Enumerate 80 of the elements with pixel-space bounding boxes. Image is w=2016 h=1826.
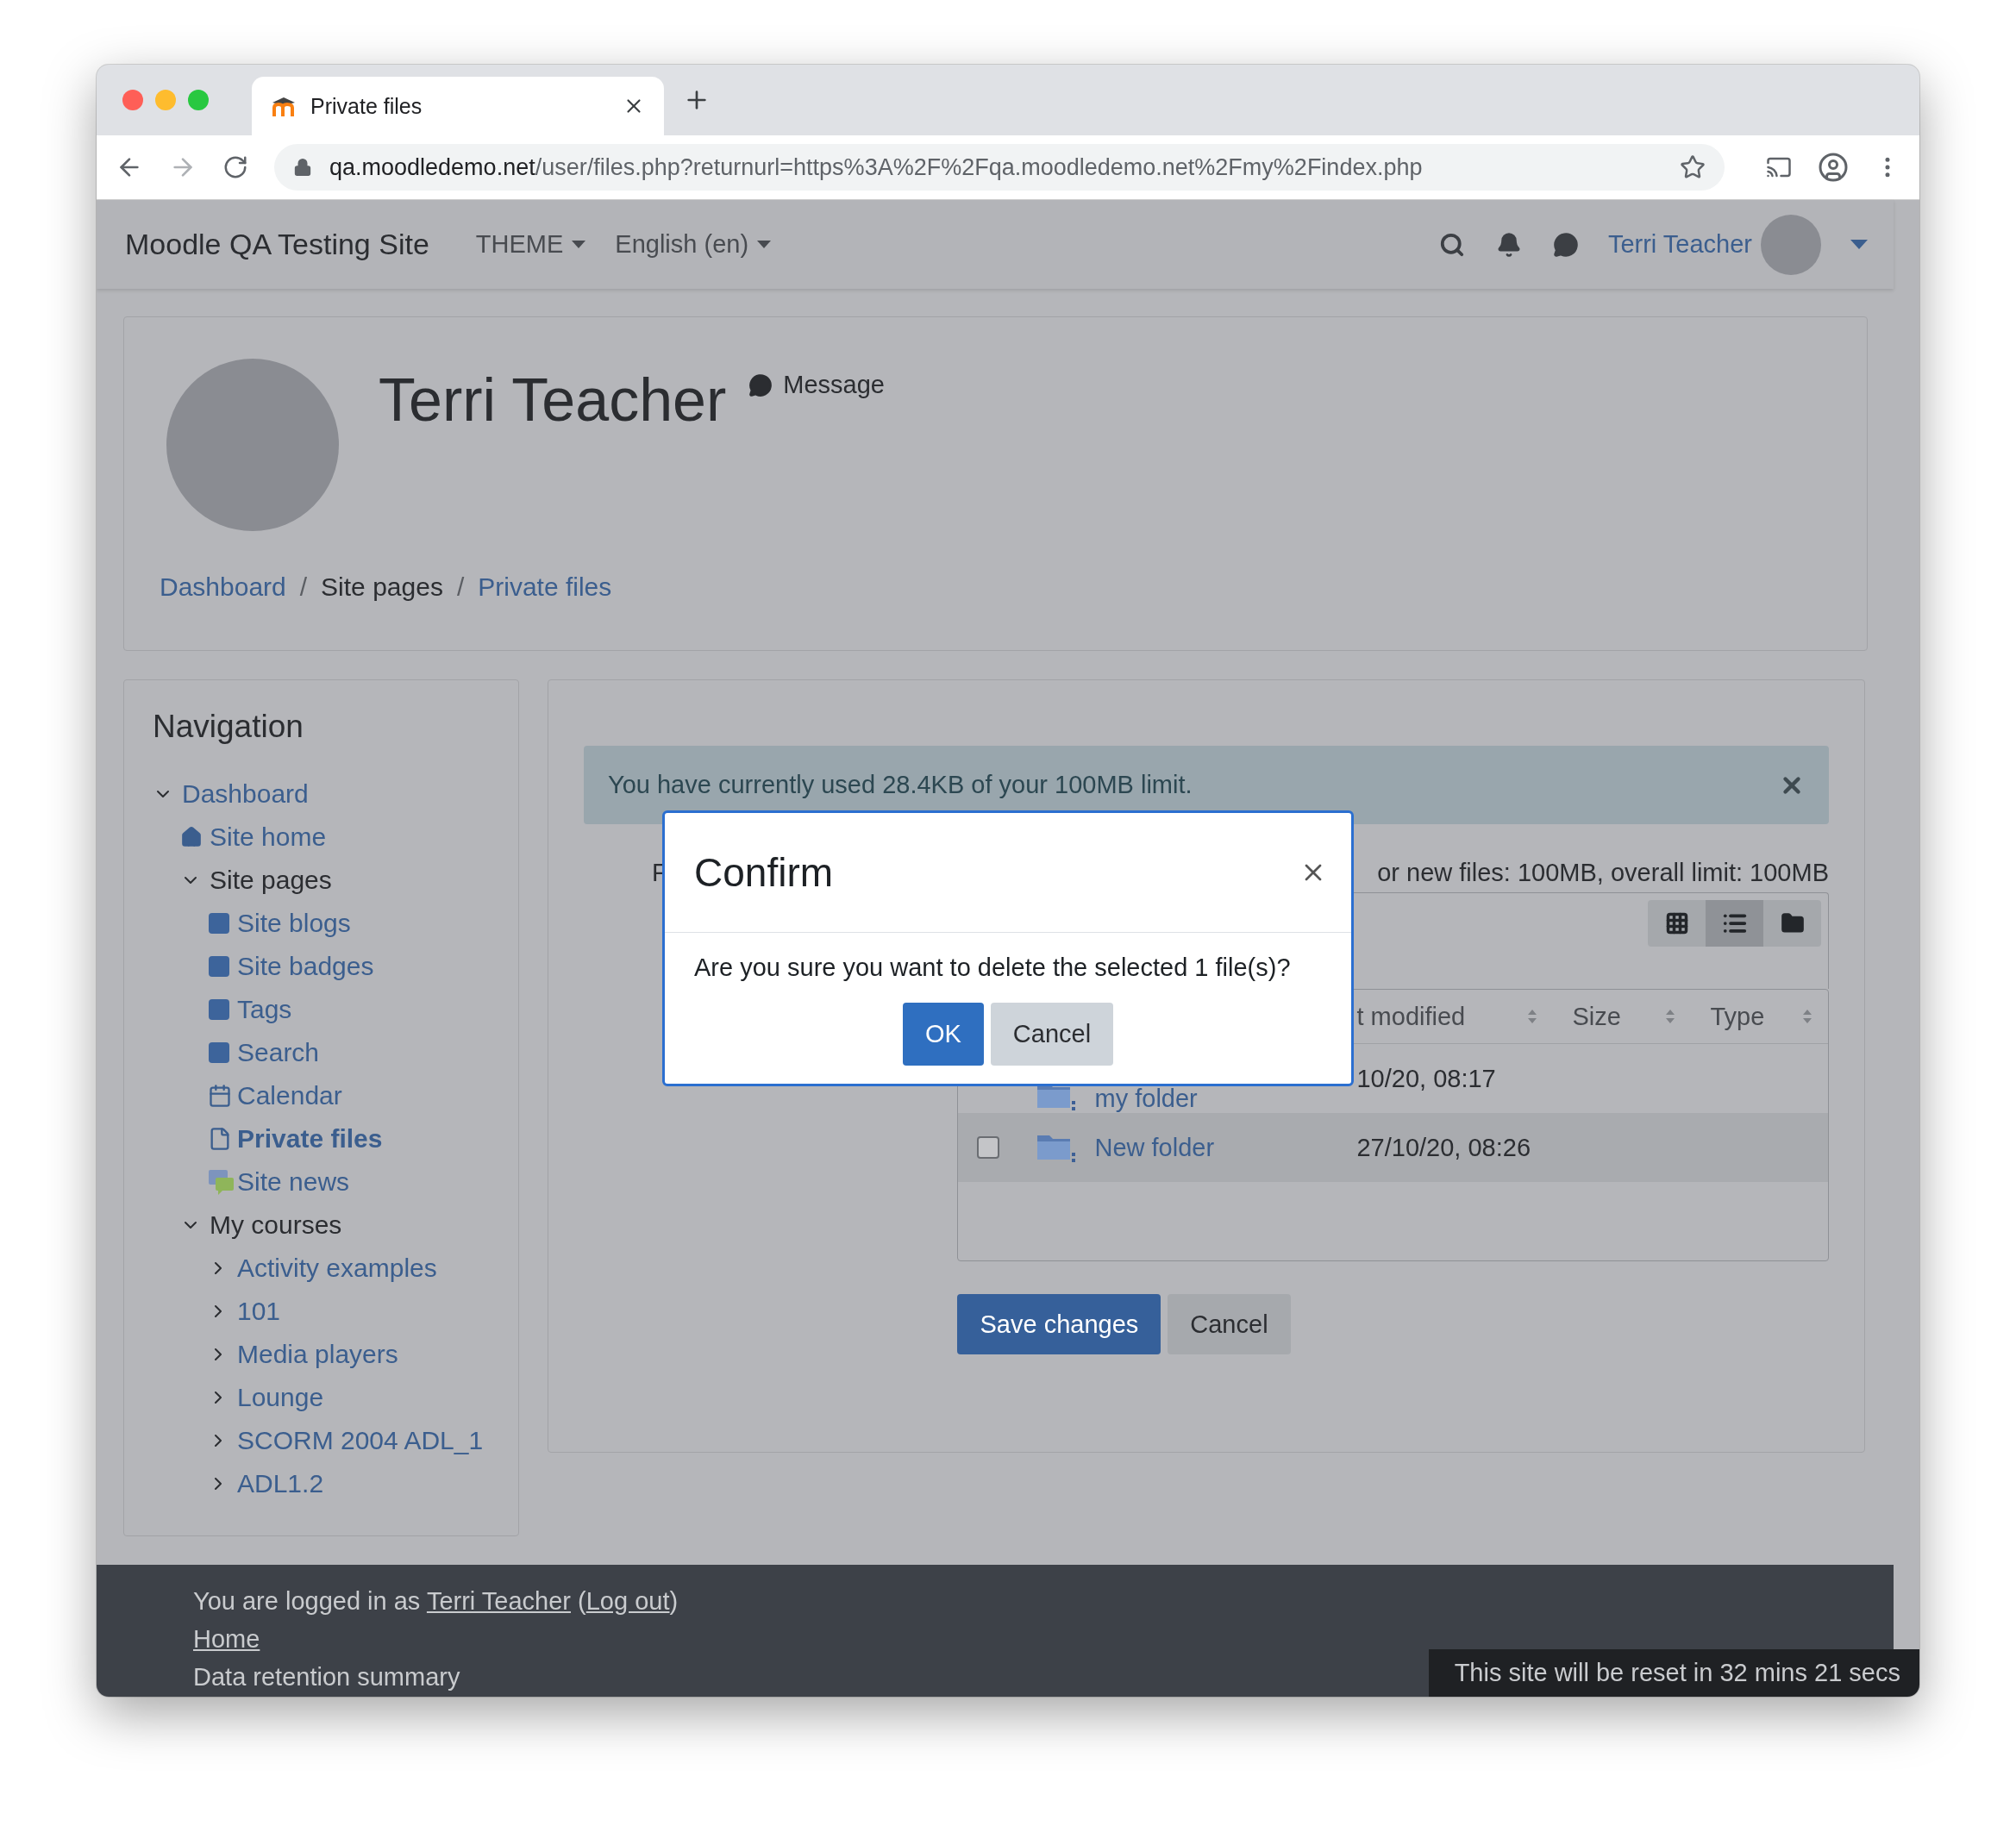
user-profile-link[interactable]: Terri Teacher [426,1587,571,1615]
alert-text: You have currently used 28.4KB of your 100MB limit. [608,771,1193,799]
form-button[interactable]: Save changes [957,1294,1161,1354]
site-name[interactable]: Moodle QA Testing Site [125,228,429,261]
chat-bubble-icon [748,372,773,397]
search-button[interactable] [1438,231,1465,258]
dialog-message: Are you sure you want to delete the selected 1 file(s)? [694,954,1292,982]
nav-item[interactable]: Site pages [153,859,518,902]
nav-item[interactable]: ADL1.2 [153,1462,518,1505]
footer-link[interactable]: Data retention summary [193,1663,460,1691]
caret-icon [572,240,586,249]
block-title: Navigation [153,709,304,745]
modified-cell-text: 10/20, 08:17 [1355,1063,1497,1094]
breadcrumb-separator: / [456,572,465,602]
square-icon [208,912,230,935]
nav-item[interactable]: Site badges [153,945,518,988]
breadcrumb-link[interactable]: Private files [478,572,612,602]
nav-item[interactable]: Dashboard [153,772,518,816]
url-text: qa.moodledemo.net/user/files.php?returnurl=https%3A%2F%2Fqa.moodledemo.net%2Fmy%2Findex.php [329,153,1424,181]
nav-item[interactable]: Tags [153,988,518,1031]
column-header[interactable]: t modified [1312,990,1554,1043]
profile-button[interactable] [1818,152,1849,184]
nav-item[interactable]: 101 [153,1290,518,1333]
nav-dropdown[interactable]: THEME [475,230,586,259]
breadcrumb-label: Site pages [321,572,443,602]
tab-title: Private files [310,93,423,119]
view-toggle-button[interactable] [1648,900,1706,947]
breadcrumb-link[interactable]: Dashboard [160,572,286,602]
form-button[interactable]: Cancel [1168,1294,1291,1354]
user-name[interactable]: Terri Teacher [1607,230,1752,259]
address-bar[interactable]: qa.moodledemo.net/user/files.php?returnurl=https%3A%2F%2Fqa.moodledemo.net%2Fmy%2Findex.php [274,144,1725,191]
user-menu-caret[interactable] [1850,239,1868,250]
nav-item[interactable]: My courses [153,1204,518,1247]
view-toggle-button[interactable] [1706,900,1763,947]
nav-item[interactable]: Activity examples [153,1247,518,1290]
calendar-icon [208,1084,232,1108]
nav-item[interactable]: Search [153,1031,518,1074]
view-toggle-button[interactable] [1763,900,1821,947]
square-icon [208,955,230,978]
footer-link[interactable]: Home [193,1625,260,1653]
house-icon [180,826,203,848]
reset-notice: This site will be reset in 32 mins 21 secs [1428,1649,1919,1697]
message-link[interactable]: Message [748,371,885,399]
nav-dropdown[interactable]: English (en) [615,230,772,259]
folder-name-link[interactable]: New folder [1094,1133,1215,1162]
file-row-highlighted[interactable]: New folder 27/10/20, 08:26 [958,1113,1828,1182]
profile-name: Terri Teacher [379,366,727,435]
dialog-button[interactable]: Cancel [990,1003,1114,1066]
lock-icon [293,158,312,178]
square-icon [208,998,230,1021]
file-limits-text: or new files: 100MB, overall limit: 100MB [1377,859,1829,887]
dialog-title: Confirm [694,849,834,896]
nav-item[interactable]: SCORM 2004 ADL_1 [153,1419,518,1462]
nav-item[interactable]: Site news [153,1160,518,1204]
column-header[interactable]: Size [1553,990,1692,1043]
sort-icon [1665,1008,1676,1025]
dialog-button[interactable]: OK [902,1003,984,1066]
breadcrumb-separator: / [299,572,308,602]
folder-icon [1780,911,1805,935]
caret-icon [757,240,772,249]
nav-item[interactable]: Private files [153,1117,518,1160]
chat-bubbles-icon [208,1169,235,1195]
chat-button[interactable] [1552,231,1579,258]
row-checkbox[interactable] [977,1136,1000,1159]
login-info-text: You are logged in as Terri Teacher (Log out) [193,1586,679,1617]
nav-item[interactable]: Calendar [153,1074,518,1117]
moodle-logo-icon [271,95,297,118]
column-header[interactable]: Type [1691,990,1828,1043]
sort-icon [1527,1008,1538,1025]
star-button[interactable] [1680,154,1706,181]
modified-cell-text: 27/10/20, 08:26 [1355,1132,1532,1163]
browser-tab[interactable]: Private files [252,77,664,136]
square-icon [208,1041,230,1064]
folder-name-link[interactable]: my folder [1094,1084,1198,1113]
nav-item[interactable]: Lounge [153,1376,518,1419]
nav-item[interactable]: Site blogs [153,902,518,945]
grid-icon [1664,911,1689,935]
nav-item[interactable]: Site home [153,816,518,859]
sort-icon [1802,1008,1813,1025]
nav-item[interactable]: Media players [153,1333,518,1376]
